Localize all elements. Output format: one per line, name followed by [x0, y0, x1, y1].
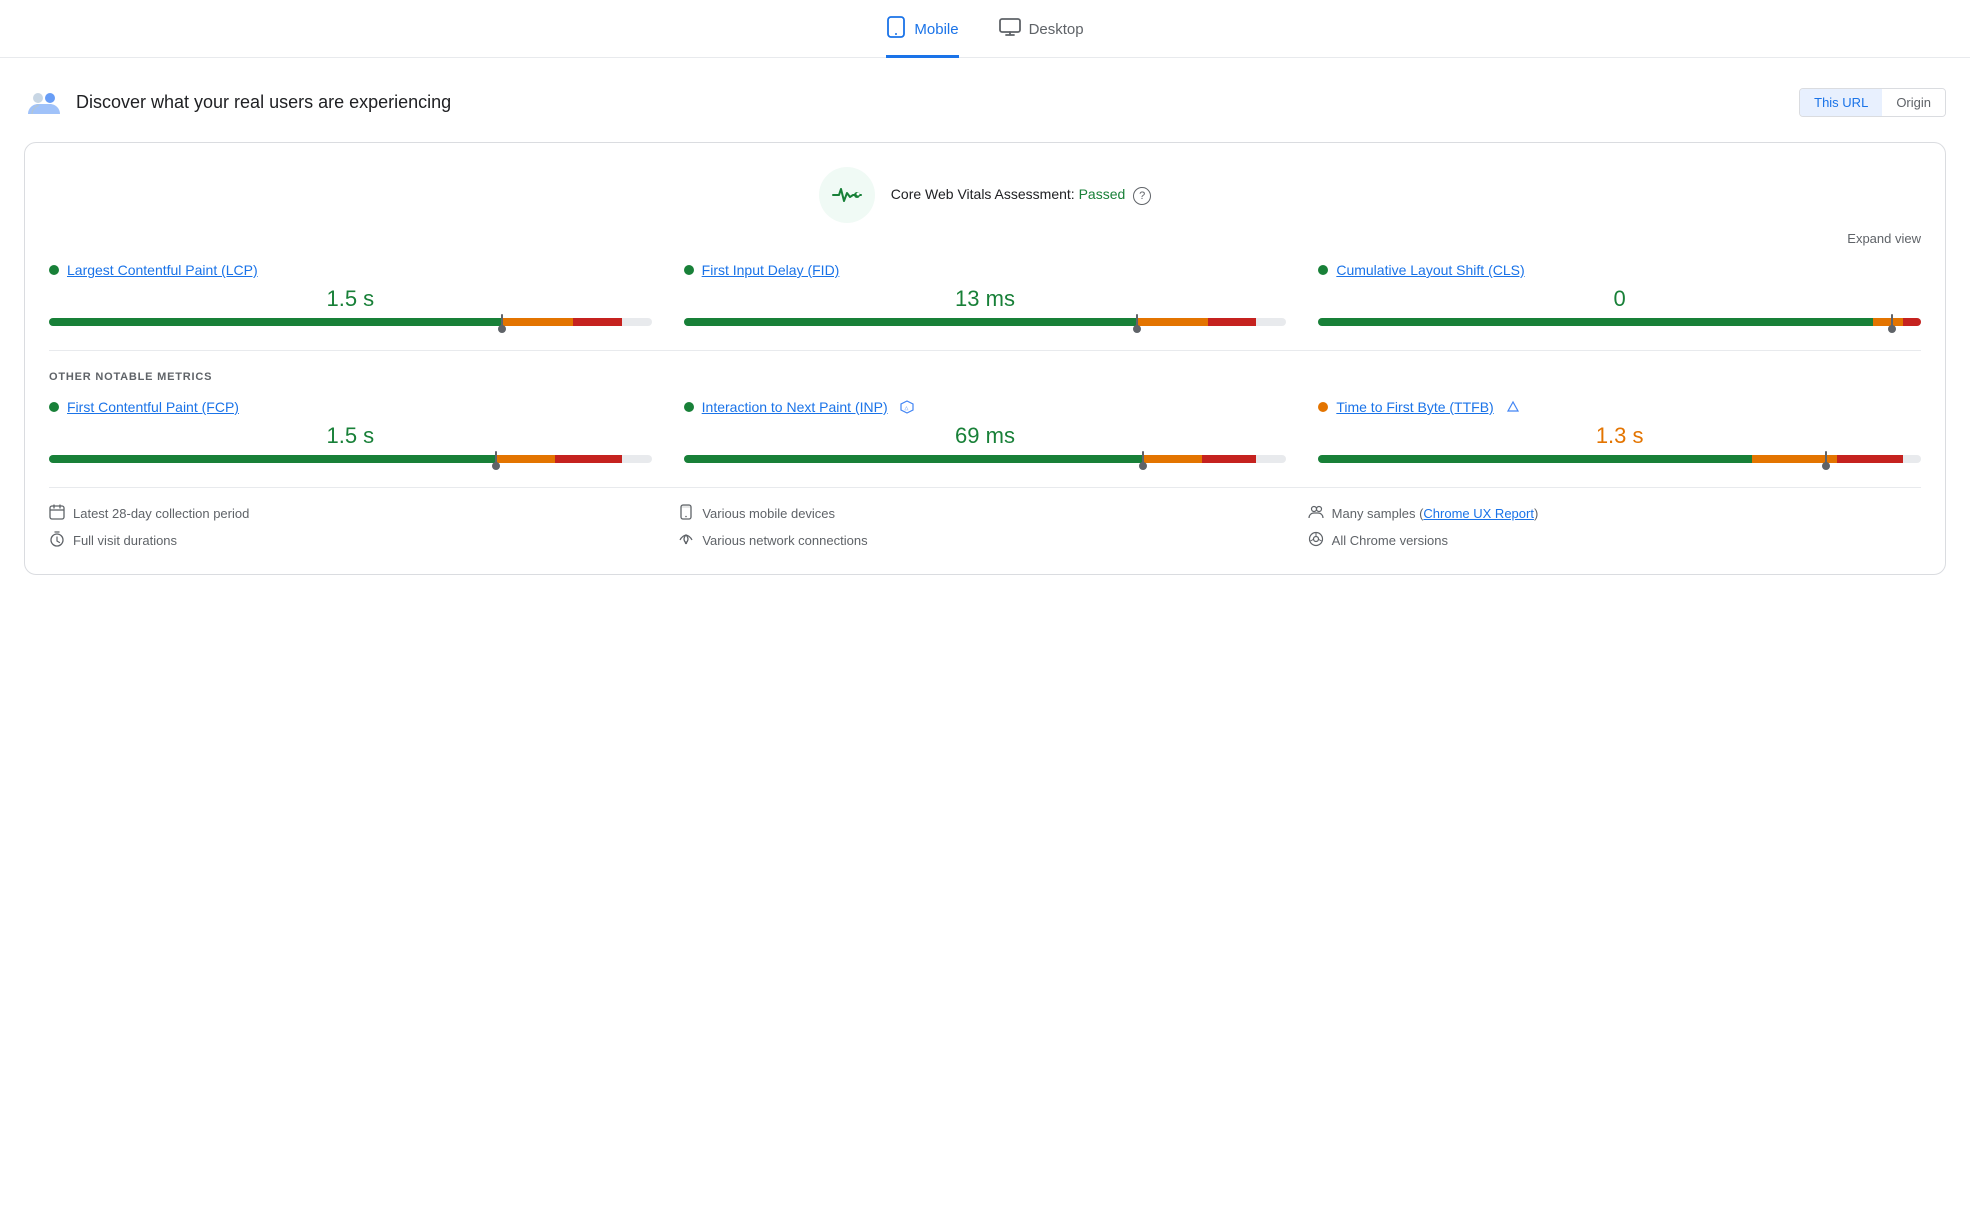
footer-network: Various network connections — [678, 531, 1291, 550]
inp-dot — [684, 402, 694, 412]
lcp-bar — [49, 318, 652, 326]
other-metrics-label: OTHER NOTABLE METRICS — [49, 371, 1921, 383]
tab-desktop[interactable]: Desktop — [999, 16, 1084, 58]
fcp-name[interactable]: First Contentful Paint (FCP) — [67, 399, 239, 415]
metric-ttfb-label: Time to First Byte (TTFB) — [1318, 399, 1921, 415]
fcp-dot — [49, 402, 59, 412]
cls-bar — [1318, 318, 1921, 326]
cls-needle — [1891, 314, 1893, 330]
footer-mobile-text: Various mobile devices — [702, 506, 835, 521]
svg-text:△: △ — [904, 406, 908, 412]
chrome-icon — [1308, 531, 1324, 550]
fid-value: 13 ms — [684, 286, 1287, 312]
cls-name[interactable]: Cumulative Layout Shift (CLS) — [1336, 262, 1524, 278]
fcp-needle — [495, 451, 497, 467]
origin-button[interactable]: Origin — [1882, 89, 1945, 116]
metric-ttfb: Time to First Byte (TTFB) 1.3 s — [1318, 399, 1921, 463]
ttfb-beta-icon — [1506, 400, 1520, 414]
inp-bar — [684, 455, 1287, 463]
ttfb-needle — [1825, 451, 1827, 467]
cwv-help-icon[interactable]: ? — [1133, 187, 1151, 205]
chrome-ux-report-link[interactable]: Chrome UX Report — [1423, 506, 1534, 521]
inp-beta-icon: △ — [900, 400, 914, 414]
inp-needle — [1142, 451, 1144, 467]
footer-visit-durations: Full visit durations — [49, 531, 662, 550]
lcp-dot — [49, 265, 59, 275]
tab-desktop-label: Desktop — [1029, 21, 1084, 38]
url-origin-toggle: This URL Origin — [1799, 88, 1946, 117]
mobile-icon — [886, 16, 906, 43]
core-metrics-grid: Largest Contentful Paint (LCP) 1.5 s Fir… — [49, 262, 1921, 326]
mobile-device-icon — [678, 504, 694, 523]
metric-fid: First Input Delay (FID) 13 ms — [684, 262, 1287, 326]
ttfb-value: 1.3 s — [1318, 423, 1921, 449]
main-card: Core Web Vitals Assessment: Passed ? Exp… — [24, 142, 1946, 575]
header-row: Discover what your real users are experi… — [0, 82, 1970, 122]
desktop-icon — [999, 18, 1021, 41]
lcp-value: 1.5 s — [49, 286, 652, 312]
metric-fcp: First Contentful Paint (FCP) 1.5 s — [49, 399, 652, 463]
metric-cls-label: Cumulative Layout Shift (CLS) — [1318, 262, 1921, 278]
vitals-icon — [831, 179, 863, 211]
footer-mobile-devices: Various mobile devices — [678, 504, 1291, 523]
metric-inp-label: Interaction to Next Paint (INP) △ — [684, 399, 1287, 415]
fid-dot — [684, 265, 694, 275]
fid-bar — [684, 318, 1287, 326]
footer-collection-period: Latest 28-day collection period — [49, 504, 662, 523]
footer-samples: Many samples (Chrome UX Report) — [1308, 504, 1921, 523]
cwv-title-group: Core Web Vitals Assessment: Passed ? — [891, 186, 1151, 205]
fid-name[interactable]: First Input Delay (FID) — [702, 262, 840, 278]
cwv-icon-wrap — [819, 167, 875, 223]
lcp-name[interactable]: Largest Contentful Paint (LCP) — [67, 262, 258, 278]
ttfb-dot — [1318, 402, 1328, 412]
fcp-bar — [49, 455, 652, 463]
footer-chrome: All Chrome versions — [1308, 531, 1921, 550]
cls-value: 0 — [1318, 286, 1921, 312]
cwv-title-text: Core Web Vitals Assessment: — [891, 186, 1075, 202]
users-icon — [24, 82, 64, 122]
footer-chrome-text: All Chrome versions — [1332, 533, 1448, 548]
cwv-status: Passed — [1079, 186, 1126, 202]
cwv-header: Core Web Vitals Assessment: Passed ? — [49, 167, 1921, 223]
timer-icon — [49, 531, 65, 550]
tab-bar: Mobile Desktop — [0, 0, 1970, 58]
inp-value: 69 ms — [684, 423, 1287, 449]
fcp-value: 1.5 s — [49, 423, 652, 449]
metric-fid-label: First Input Delay (FID) — [684, 262, 1287, 278]
people-icon — [1308, 504, 1324, 523]
network-icon — [678, 531, 694, 550]
metric-cls: Cumulative Layout Shift (CLS) 0 — [1318, 262, 1921, 326]
inp-name[interactable]: Interaction to Next Paint (INP) — [702, 399, 888, 415]
ttfb-bar — [1318, 455, 1921, 463]
section-divider — [49, 350, 1921, 351]
ttfb-name[interactable]: Time to First Byte (TTFB) — [1336, 399, 1493, 415]
metric-fcp-label: First Contentful Paint (FCP) — [49, 399, 652, 415]
footer-collection-text: Latest 28-day collection period — [73, 506, 249, 521]
fid-needle — [1136, 314, 1138, 330]
lcp-needle — [501, 314, 503, 330]
metric-inp: Interaction to Next Paint (INP) △ 69 ms — [684, 399, 1287, 463]
footer-visit-text: Full visit durations — [73, 533, 177, 548]
this-url-button[interactable]: This URL — [1800, 89, 1882, 116]
metric-lcp-label: Largest Contentful Paint (LCP) — [49, 262, 652, 278]
footer-info: Latest 28-day collection period Various … — [49, 487, 1921, 550]
footer-network-text: Various network connections — [702, 533, 867, 548]
expand-view-link[interactable]: Expand view — [49, 231, 1921, 246]
cls-dot — [1318, 265, 1328, 275]
tab-mobile-label: Mobile — [914, 21, 958, 38]
tab-mobile[interactable]: Mobile — [886, 16, 958, 58]
footer-samples-text: Many samples (Chrome UX Report) — [1332, 506, 1539, 521]
header-left: Discover what your real users are experi… — [24, 82, 451, 122]
metric-lcp: Largest Contentful Paint (LCP) 1.5 s — [49, 262, 652, 326]
other-metrics-grid: First Contentful Paint (FCP) 1.5 s Inter… — [49, 399, 1921, 463]
header-title: Discover what your real users are experi… — [76, 92, 451, 113]
calendar-icon — [49, 504, 65, 523]
